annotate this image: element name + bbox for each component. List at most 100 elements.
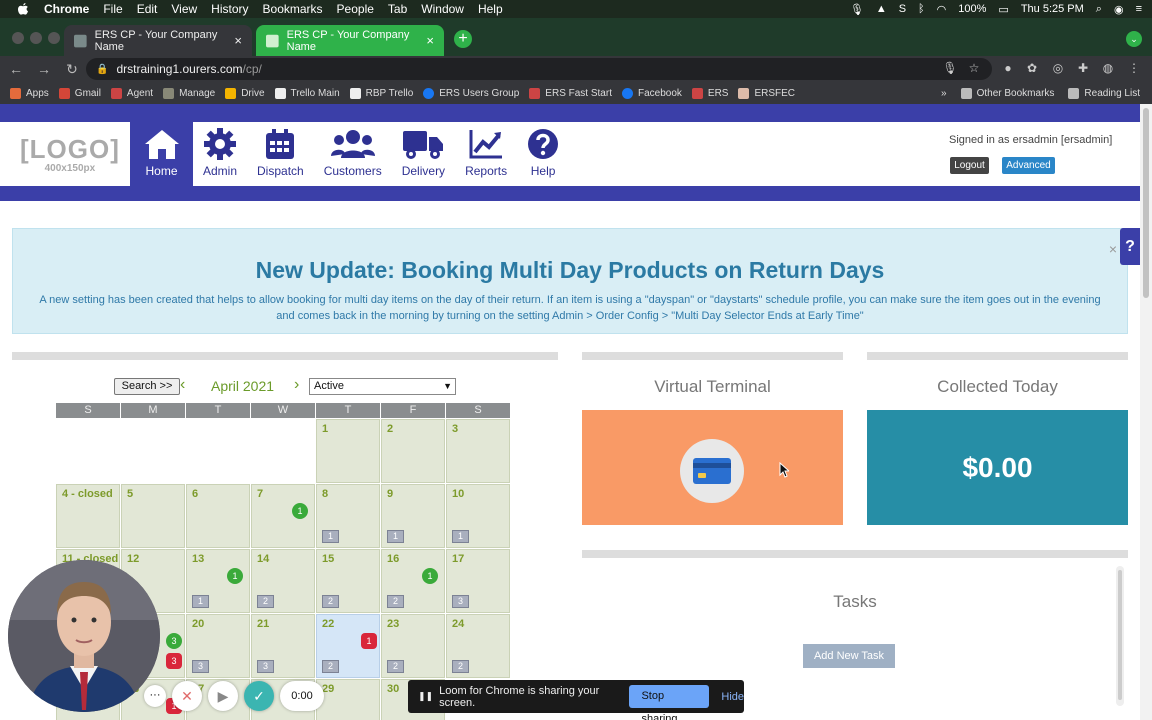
advanced-button[interactable]: Advanced	[1002, 157, 1055, 174]
loom-cancel-icon[interactable]: ✕	[172, 681, 202, 711]
hide-button[interactable]: Hide	[721, 691, 744, 703]
menu-edit[interactable]: Edit	[137, 2, 158, 16]
webcam-bubble[interactable]	[8, 560, 160, 712]
control-center-icon[interactable]: ≡	[1136, 3, 1142, 15]
calendar-day[interactable]: 22 1 2	[316, 614, 380, 678]
bookmark-ers[interactable]: ERS	[691, 87, 728, 99]
credit-card-icon[interactable]	[680, 439, 744, 503]
next-month-icon[interactable]: ›	[294, 376, 299, 394]
order-count-badge[interactable]: 1	[292, 503, 308, 519]
calendar-day[interactable]: 4 - closed	[56, 484, 120, 548]
add-new-task-button[interactable]: Add New Task	[803, 644, 895, 668]
nav-home[interactable]: Home	[130, 122, 193, 186]
stop-sharing-button[interactable]: Stop sharing	[629, 685, 710, 720]
calendar-day[interactable]: 13 1 1	[186, 549, 250, 613]
order-count-badge[interactable]: 1	[227, 568, 243, 584]
lock-icon[interactable]: 🔒	[96, 64, 108, 75]
calendar-day[interactable]: 20 3	[186, 614, 250, 678]
browser-tab-2[interactable]: ERS CP - Your Company Name ×	[256, 25, 444, 56]
extension-3-icon[interactable]: ◎	[1050, 61, 1066, 77]
extension-2-icon[interactable]: ✿	[1024, 61, 1040, 77]
virtual-terminal-widget[interactable]: Virtual Terminal	[582, 352, 843, 525]
address-bar[interactable]: 🔒 drstraining1.ourers.com/cp/	[86, 58, 992, 80]
extensions-puzzle-icon[interactable]: ✚	[1075, 61, 1091, 77]
calendar-day[interactable]: 10 1	[446, 484, 510, 548]
bookmark-gmail[interactable]: Gmail	[58, 87, 101, 99]
nav-delivery[interactable]: Delivery	[392, 122, 455, 186]
calendar-day[interactable]: 16 1 2	[381, 549, 445, 613]
item-count-box[interactable]: 2	[322, 660, 339, 673]
new-tab-icon[interactable]: +	[454, 30, 472, 48]
browser-tab-1[interactable]: ERS CP - Your Company Name ×	[64, 25, 252, 56]
bookmark-agent[interactable]: Agent	[110, 87, 153, 99]
item-count-box[interactable]: 2	[387, 595, 404, 608]
wifi-icon[interactable]: ◠	[937, 3, 947, 16]
bookmark-drive[interactable]: Drive	[225, 87, 265, 99]
nav-admin[interactable]: Admin	[193, 122, 247, 186]
logout-button[interactable]: Logout	[950, 157, 989, 174]
calendar-day[interactable]: 17 3	[446, 549, 510, 613]
item-count-box[interactable]: 2	[387, 660, 404, 673]
item-count-box[interactable]: 3	[192, 660, 209, 673]
item-count-box[interactable]: 1	[387, 530, 404, 543]
calendar-day[interactable]: 14 2	[251, 549, 315, 613]
menu-help[interactable]: Help	[478, 2, 503, 16]
help-side-tab[interactable]: ?	[1120, 228, 1140, 265]
item-count-box[interactable]: 1	[322, 530, 339, 543]
status-select[interactable]: Active ▼	[309, 378, 456, 395]
clock[interactable]: Thu 5:25 PM	[1021, 3, 1084, 15]
calendar-day[interactable]: 1	[316, 419, 380, 483]
nav-reports[interactable]: Reports	[455, 122, 517, 186]
menu-file[interactable]: File	[103, 2, 122, 16]
calendar-day[interactable]: 23 2	[381, 614, 445, 678]
bookmark-ersfec[interactable]: ERSFEC	[738, 87, 795, 99]
bookmarks-overflow[interactable]: »	[941, 88, 947, 99]
tasks-scrollbar-thumb[interactable]	[1118, 570, 1122, 700]
menu-history[interactable]: History	[211, 2, 248, 16]
voice-search-icon[interactable]: 🎙	[942, 61, 958, 77]
menu-view[interactable]: View	[171, 2, 197, 16]
loom-pause-icon[interactable]: ▶	[208, 681, 238, 711]
calendar-day[interactable]: 29	[316, 679, 380, 720]
microphone-icon[interactable]: 🎙	[850, 3, 864, 16]
calendar-day[interactable]: 2	[381, 419, 445, 483]
item-count-box[interactable]: 3	[257, 660, 274, 673]
item-count-box[interactable]: 1	[192, 595, 209, 608]
window-minimize-dot[interactable]	[30, 32, 42, 44]
menu-people[interactable]: People	[337, 2, 374, 16]
siri-icon[interactable]: ◉	[1114, 3, 1124, 16]
bookmark-star-icon[interactable]: ☆	[966, 61, 982, 77]
calendar-day[interactable]: 3	[446, 419, 510, 483]
back-icon[interactable]: ←	[4, 61, 28, 77]
bookmark-facebook[interactable]: Facebook	[621, 87, 682, 99]
banner-close-icon[interactable]: ×	[1109, 241, 1117, 257]
order-count-badge[interactable]: 1	[422, 568, 438, 584]
alert-count-badge[interactable]: 1	[361, 633, 377, 649]
spotlight-icon[interactable]: ⌕	[1096, 3, 1102, 16]
loom-more-icon[interactable]: ···	[144, 685, 166, 707]
window-zoom-dot[interactable]	[48, 32, 60, 44]
other-bookmarks[interactable]: Other Bookmarks	[960, 87, 1054, 99]
bluetooth-icon[interactable]: ᛒ	[918, 3, 925, 15]
vlc-icon[interactable]: ▲	[876, 3, 887, 15]
search-button[interactable]: Search >>	[114, 378, 180, 395]
bookmark-manage[interactable]: Manage	[163, 87, 215, 99]
skype-icon[interactable]: S	[899, 3, 906, 15]
reading-list[interactable]: Reading List	[1068, 87, 1140, 99]
calendar-day[interactable]: 91	[381, 484, 445, 548]
calendar-day[interactable]: 71	[251, 484, 315, 548]
bookmark-ers-users-group[interactable]: ERS Users Group	[423, 87, 519, 99]
item-count-box[interactable]: 2	[322, 595, 339, 608]
calendar-day[interactable]: 21 3	[251, 614, 315, 678]
calendar-day[interactable]: 24 2	[446, 614, 510, 678]
apple-icon[interactable]	[16, 2, 30, 16]
calendar-day[interactable]: 5	[121, 484, 185, 548]
menu-bookmarks[interactable]: Bookmarks	[263, 2, 323, 16]
page-scrollbar[interactable]	[1140, 104, 1152, 720]
battery-icon[interactable]: ▭	[998, 3, 1008, 16]
bookmark-ers-fast-start[interactable]: ERS Fast Start	[529, 87, 612, 99]
window-close-dot[interactable]	[12, 32, 24, 44]
forward-icon[interactable]: →	[32, 61, 56, 77]
menu-window[interactable]: Window	[421, 2, 464, 16]
menu-tab[interactable]: Tab	[388, 2, 407, 16]
